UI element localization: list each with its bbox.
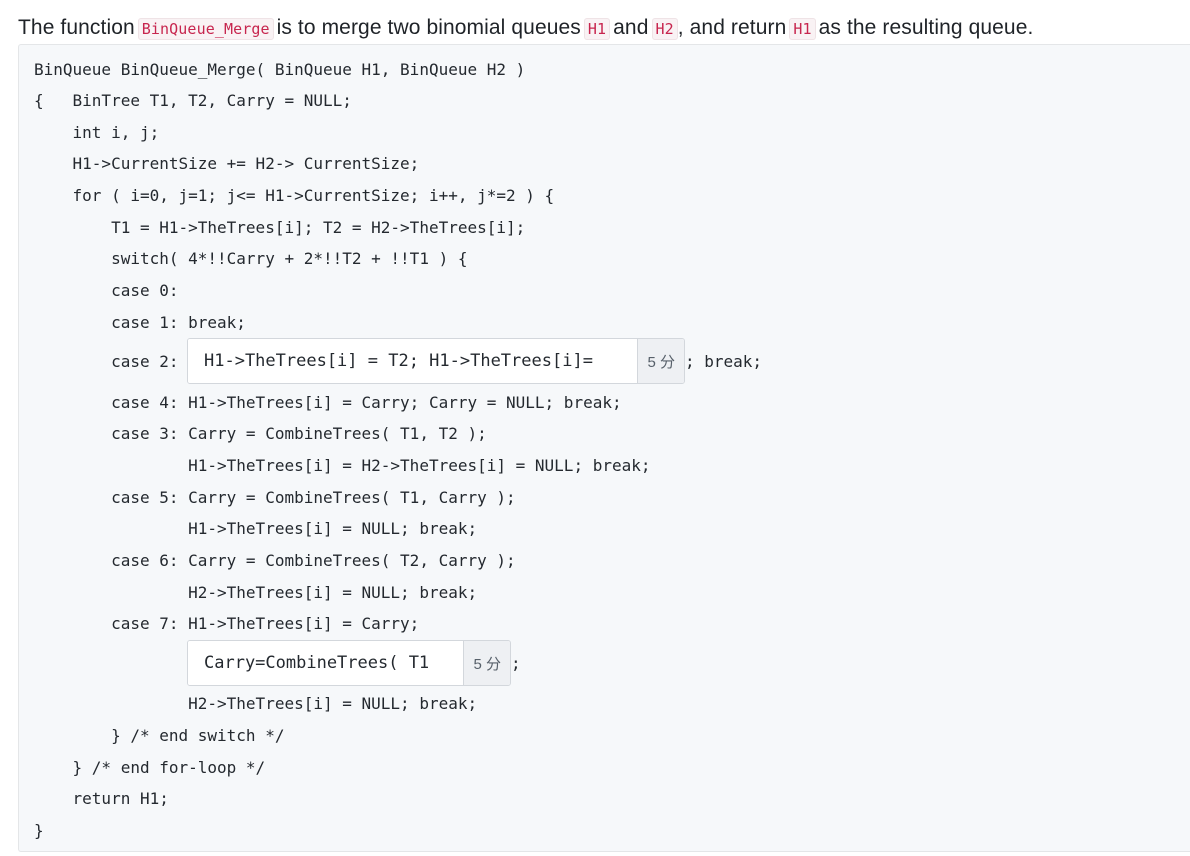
code-line: switch( 4*!!Carry + 2*!!T2 + !!T1 ) { xyxy=(34,249,468,268)
code-line: H2->TheTrees[i] = NULL; break; xyxy=(34,694,478,713)
code-line: BinQueue BinQueue_Merge( BinQueue H1, Bi… xyxy=(34,60,526,79)
answer-input-2[interactable] xyxy=(188,641,464,685)
code-line: { BinTree T1, T2, Carry = NULL; xyxy=(34,91,352,110)
code-line: case 7: H1->TheTrees[i] = Carry; xyxy=(34,614,420,633)
code-block: BinQueue BinQueue_Merge( BinQueue H1, Bi… xyxy=(18,44,1190,852)
code-line: for ( i=0, j=1; j<= H1->CurrentSize; i++… xyxy=(34,186,555,205)
question-text: The function BinQueue_Merge is to merge … xyxy=(18,12,1033,44)
code-line: case 4: H1->TheTrees[i] = Carry; Carry =… xyxy=(34,393,622,412)
intro-text: as the resulting queue. xyxy=(818,16,1034,39)
code-line: } /* end for-loop */ xyxy=(34,758,266,777)
code-line: H1->CurrentSize += H2-> CurrentSize; xyxy=(34,154,420,173)
code-line: case 6: Carry = CombineTrees( T2, Carry … xyxy=(34,551,516,570)
score-label: 5 分 xyxy=(463,641,510,685)
code-line: return H1; xyxy=(34,789,169,808)
code-line: case 3: Carry = CombineTrees( T1, T2 ); xyxy=(34,424,487,443)
code-line: } /* end switch */ xyxy=(34,726,285,745)
code-line: int i, j; xyxy=(34,123,160,142)
code-line: case 2: xyxy=(34,352,179,371)
code-line: case 0: xyxy=(34,281,179,300)
h1-code: H1 xyxy=(583,18,611,40)
score-label: 5 分 xyxy=(637,339,684,383)
code-line: T1 = H1->TheTrees[i]; T2 = H2->TheTrees[… xyxy=(34,218,526,237)
code-line: H1->TheTrees[i] = H2->TheTrees[i] = NULL… xyxy=(34,456,651,475)
answer-blank-1: 5 分 xyxy=(187,338,685,384)
function-name-code: BinQueue_Merge xyxy=(137,18,274,40)
code-line: case 1: break; xyxy=(34,313,246,332)
intro-text: The function xyxy=(18,16,135,39)
code-line: H1->TheTrees[i] = NULL; break; xyxy=(34,519,478,538)
code-line: case 5: Carry = CombineTrees( T1, Carry … xyxy=(34,488,516,507)
answer-input-1[interactable] xyxy=(188,339,638,383)
intro-text: , and return xyxy=(677,16,787,39)
intro-text: and xyxy=(613,16,649,39)
answer-blank-2: 5 分 xyxy=(187,640,511,686)
code-line: ; break; xyxy=(685,352,763,371)
code-line: ; xyxy=(511,654,521,673)
code-line: } xyxy=(34,821,44,840)
h2-code: H2 xyxy=(651,18,678,40)
code-line: H2->TheTrees[i] = NULL; break; xyxy=(34,583,478,602)
h1-code: H1 xyxy=(789,18,816,40)
intro-text: is to merge two binomial queues xyxy=(276,16,581,39)
